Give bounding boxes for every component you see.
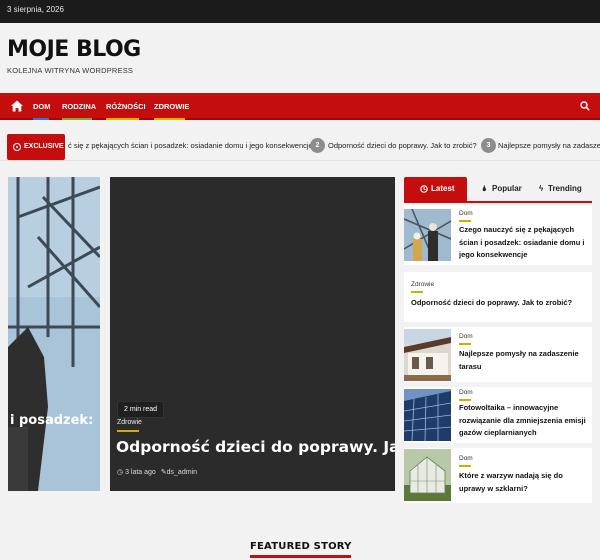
post-time: 3 lata ago bbox=[125, 469, 156, 476]
exclusive-badge: EXCLUSIVE bbox=[7, 134, 65, 160]
nav-underline bbox=[106, 118, 139, 120]
post-category[interactable]: Dom bbox=[459, 455, 473, 467]
post-thumbnail[interactable] bbox=[404, 329, 451, 381]
fire-icon: 🌢 bbox=[482, 184, 487, 193]
category-label: Dom bbox=[459, 389, 473, 396]
sidebar-post[interactable]: Dom Czego nauczyć się z pękających ścian… bbox=[404, 205, 592, 265]
nav-underline bbox=[62, 118, 92, 120]
sidebar-post[interactable]: Dom Fotowoltaika – innowacyjne rozwiązan… bbox=[404, 387, 592, 443]
current-date: 3 sierpnia, 2026 bbox=[7, 5, 64, 14]
post-author[interactable]: ds_admin bbox=[167, 469, 197, 476]
slide-image bbox=[8, 177, 100, 491]
post-meta: ◷ 3 lata ago ✎ds_admin bbox=[117, 468, 197, 476]
site-branding: MOJE BLOG KOLEJNA WITRYNA WORDPRESS bbox=[7, 38, 141, 76]
news-ticker: ć się z pękających ścian i posadzek: osi… bbox=[0, 131, 600, 161]
post-title[interactable]: Fotowoltaika – innowacyjne rozwiązanie d… bbox=[459, 402, 589, 440]
clock-icon: ◷ bbox=[117, 469, 124, 476]
ticker-item[interactable]: Najlepsze pomysły na zadaszen bbox=[498, 141, 600, 150]
post-title[interactable]: Które z warzyw nadają się do uprawy w sz… bbox=[459, 470, 584, 495]
category-underline bbox=[117, 430, 139, 432]
tab-popular[interactable]: 🌢 Popular bbox=[467, 177, 529, 201]
post-thumbnail[interactable] bbox=[404, 209, 451, 261]
post-category[interactable]: Dom bbox=[459, 333, 473, 345]
post-thumbnail[interactable] bbox=[404, 389, 451, 441]
sidebar-tabs: Latest 🌢 Popular ϟ Trending bbox=[404, 177, 592, 203]
post-title[interactable]: Czego nauczyć się z pękających ścian i p… bbox=[459, 224, 589, 262]
ticker-divider bbox=[0, 160, 600, 161]
featured-section: FEATURED STORY bbox=[0, 508, 600, 560]
nav-underline bbox=[154, 118, 185, 120]
sidebar-post[interactable]: Dom Najlepsze pomysły na zadaszenie tara… bbox=[404, 327, 592, 382]
ticker-number: 2 bbox=[310, 138, 325, 153]
slide-title[interactable]: i posadzek: bbox=[10, 413, 93, 428]
category-label: Dom bbox=[459, 333, 473, 340]
post-title[interactable]: Odporność dzieci do poprawy. Jak to zrob… bbox=[411, 297, 589, 310]
post-category[interactable]: Dom bbox=[459, 389, 473, 401]
tab-label: Trending bbox=[548, 184, 582, 193]
nav-item-rodzina[interactable]: RODZINA bbox=[62, 102, 97, 120]
main-navigation: DOM RODZINA RÓŻNOŚCI ZDROWIE bbox=[0, 93, 600, 120]
sidebar-post[interactable]: Zdrowie Odporność dzieci do poprawy. Jak… bbox=[404, 272, 592, 322]
category-underline bbox=[459, 220, 471, 222]
site-tagline: KOLEJNA WITRYNA WORDPRESS bbox=[7, 66, 134, 75]
slide-previous[interactable]: i posadzek: bbox=[8, 177, 100, 491]
search-icon[interactable] bbox=[580, 101, 590, 111]
tab-trending[interactable]: ϟ Trending bbox=[529, 177, 592, 201]
category-label: Zdrowie bbox=[411, 281, 435, 288]
nav-item-dom[interactable]: DOM bbox=[33, 102, 51, 120]
category-underline bbox=[459, 343, 471, 345]
record-icon bbox=[13, 143, 21, 151]
slide-current[interactable]: 2 min read Zdrowie Odporność dzieci do p… bbox=[110, 177, 395, 491]
post-thumbnail[interactable] bbox=[404, 449, 451, 501]
slide-title[interactable]: Odporność dzieci do poprawy. Jak to bbox=[116, 438, 395, 456]
ticker-number: 3 bbox=[481, 138, 496, 153]
slide-category[interactable]: Zdrowie bbox=[117, 419, 142, 432]
nav-item-label: RODZINA bbox=[62, 102, 97, 111]
top-bar: 3 sierpnia, 2026 bbox=[0, 0, 600, 23]
category-label: Dom bbox=[459, 455, 473, 462]
category-label: Zdrowie bbox=[117, 419, 142, 426]
post-category[interactable]: Zdrowie bbox=[411, 281, 435, 293]
featured-heading: FEATURED STORY bbox=[250, 541, 352, 552]
category-underline bbox=[459, 465, 471, 467]
bolt-icon: ϟ bbox=[539, 184, 544, 193]
featured-underline bbox=[250, 555, 351, 558]
nav-item-roznosci[interactable]: RÓŻNOŚCI bbox=[106, 102, 146, 120]
clock-icon bbox=[420, 185, 428, 193]
tab-label: Latest bbox=[431, 184, 455, 193]
nav-item-label: ZDROWIE bbox=[154, 102, 190, 111]
tab-latest[interactable]: Latest bbox=[404, 177, 467, 201]
category-label: Dom bbox=[459, 210, 473, 217]
ticker-item[interactable]: ć się z pękających ścian i posadzek: osi… bbox=[68, 141, 313, 150]
sidebar-post[interactable]: Dom Które z warzyw nadają się do uprawy … bbox=[404, 448, 592, 503]
post-category[interactable]: Dom bbox=[459, 210, 473, 222]
site-title[interactable]: MOJE BLOG bbox=[7, 38, 141, 62]
read-time-badge: 2 min read bbox=[117, 401, 165, 418]
post-title[interactable]: Najlepsze pomysły na zadaszenie tarasu bbox=[459, 348, 589, 373]
exclusive-label: EXCLUSIVE bbox=[24, 143, 64, 150]
nav-item-label: RÓŻNOŚCI bbox=[106, 102, 146, 111]
nav-item-label: DOM bbox=[33, 102, 51, 111]
ticker-item[interactable]: Odporność dzieci do poprawy. Jak to zrob… bbox=[328, 141, 477, 150]
category-underline bbox=[459, 399, 471, 401]
nav-item-zdrowie[interactable]: ZDROWIE bbox=[154, 102, 190, 120]
tabs-underline bbox=[404, 201, 592, 203]
category-underline bbox=[411, 291, 423, 293]
tab-label: Popular bbox=[492, 184, 522, 193]
nav-underline bbox=[33, 118, 49, 120]
home-icon[interactable] bbox=[10, 99, 24, 113]
